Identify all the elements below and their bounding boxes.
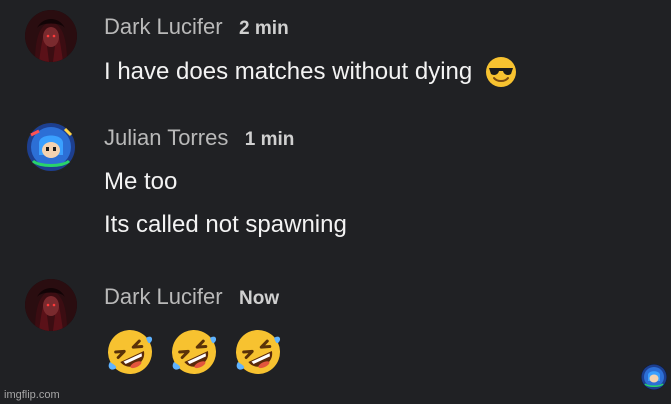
megaman-avatar-icon (641, 364, 667, 390)
comment-meta: Dark Lucifer Now (104, 284, 279, 310)
timestamp: Now (239, 288, 280, 309)
comment-meta: Dark Lucifer 2 min (104, 14, 289, 40)
comment-meta: Julian Torres 1 min (104, 125, 294, 151)
author-name[interactable]: Julian Torres (104, 125, 228, 150)
dark-anime-avatar-icon (25, 10, 77, 62)
megaman-avatar-icon (25, 121, 77, 173)
author-name[interactable]: Dark Lucifer (104, 14, 223, 39)
dark-anime-avatar-icon (25, 279, 77, 331)
message-line: I have does matches without dying (104, 58, 473, 85)
smiling-face-with-sunglasses-icon (484, 55, 518, 89)
comment-text: Me too (104, 168, 177, 196)
rolling-on-floor-laughing-icon (104, 326, 156, 378)
avatar-julian-torres[interactable] (25, 121, 77, 173)
avatar-dark-lucifer[interactable] (25, 10, 77, 62)
rolling-on-floor-laughing-icon (168, 326, 220, 378)
comment-text: I have does matches without dying (104, 55, 518, 89)
watermark: imgflip.com (4, 389, 60, 401)
message-line: Me too (104, 168, 178, 195)
emoji-reaction-row (104, 326, 284, 378)
message-line: Its called not spawning (104, 211, 347, 238)
corner-avatar[interactable] (641, 364, 667, 390)
timestamp: 2 min (239, 18, 289, 39)
author-name[interactable]: Dark Lucifer (104, 284, 223, 309)
comment-thread: Dark Lucifer 2 min I have does matches w… (0, 0, 671, 404)
avatar-dark-lucifer[interactable] (25, 279, 77, 331)
timestamp: 1 min (244, 129, 295, 150)
comment-text: Its called not spawning (104, 211, 347, 239)
rolling-on-floor-laughing-icon (232, 326, 284, 378)
